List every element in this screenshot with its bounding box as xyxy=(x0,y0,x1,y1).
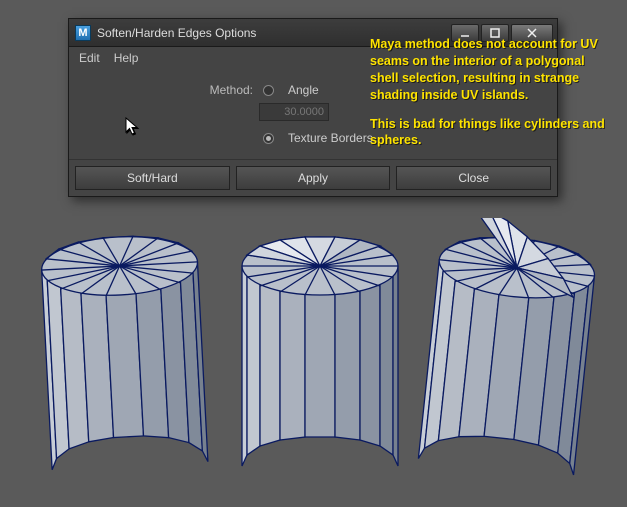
radio-angle-label: Angle xyxy=(288,83,319,97)
annotation-text: Maya method does not account for UV seam… xyxy=(370,36,610,161)
maya-app-icon: M xyxy=(75,25,91,41)
cylinder-1 xyxy=(40,233,208,470)
button-row: Soft/Hard Apply Close xyxy=(69,159,557,196)
radio-texture-borders-label: Texture Borders xyxy=(288,131,373,145)
softhard-button[interactable]: Soft/Hard xyxy=(75,166,230,190)
viewport xyxy=(0,218,627,504)
angle-value-input[interactable] xyxy=(259,103,329,121)
menu-help[interactable]: Help xyxy=(114,51,139,65)
close-button[interactable]: Close xyxy=(396,166,551,190)
apply-button[interactable]: Apply xyxy=(236,166,391,190)
menu-edit[interactable]: Edit xyxy=(79,51,100,65)
annotation-p1: Maya method does not account for UV seam… xyxy=(370,36,610,104)
annotation-p2: This is bad for things like cylinders an… xyxy=(370,116,610,150)
method-label: Method: xyxy=(193,83,253,97)
radio-angle[interactable] xyxy=(263,85,274,96)
radio-texture-borders[interactable] xyxy=(263,133,274,144)
cylinder-2 xyxy=(242,237,398,466)
cylinder-3 xyxy=(418,218,601,475)
